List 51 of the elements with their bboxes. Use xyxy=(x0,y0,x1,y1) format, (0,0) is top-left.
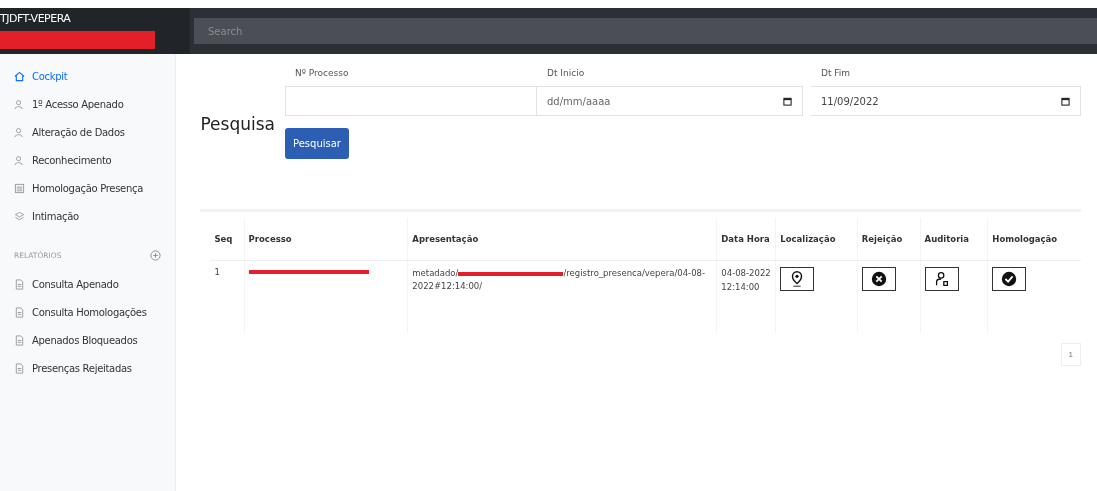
table-cell: 1 xyxy=(210,260,245,333)
location-button[interactable] xyxy=(780,267,815,291)
column-header: Processo xyxy=(244,218,408,261)
sidebar-item[interactable]: Alteração de Dados xyxy=(14,118,176,146)
sidebar-item[interactable]: Homologação Presença xyxy=(14,174,176,202)
search-button[interactable]: Pesquisar xyxy=(285,128,349,159)
brand-title: TJDFT-VEPERA xyxy=(0,12,72,25)
document-icon xyxy=(14,278,25,290)
approve-button[interactable] xyxy=(992,267,1027,291)
column-header: Localização xyxy=(775,218,858,261)
column-header: Apresentação xyxy=(407,218,717,261)
document-icon xyxy=(14,306,25,318)
search-field[interactable]: Search xyxy=(194,18,1097,44)
reject-button[interactable] xyxy=(861,267,896,291)
sidebar-item[interactable]: Intimação xyxy=(14,202,176,230)
calendar-icon[interactable] xyxy=(1061,96,1070,106)
field-label: Nº Processo xyxy=(294,68,350,78)
add-icon[interactable] xyxy=(150,249,162,261)
calendar-icon[interactable] xyxy=(783,96,792,106)
date-field[interactable]: 11/09/2022 xyxy=(811,86,1081,116)
sidebar-item[interactable]: Consulta Apenado xyxy=(14,270,176,298)
home-icon xyxy=(14,70,25,82)
table-cell: metadado/ /registro_presenca/vepera/04-08-2022#12:14:00/ xyxy=(412,268,706,291)
column-header: Rejeição xyxy=(857,218,921,261)
user-icon xyxy=(14,154,25,166)
column-header: Homologação xyxy=(987,218,1081,261)
layers-icon xyxy=(14,210,25,222)
page-heading: Pesquisa xyxy=(200,114,275,136)
sidebar-item[interactable]: Reconhecimento xyxy=(14,146,176,174)
column-header: Data Hora xyxy=(716,218,776,261)
check-circle-icon xyxy=(1000,270,1019,288)
audit-button[interactable] xyxy=(924,267,959,291)
column-header: Seq xyxy=(210,218,245,261)
field-label: Dt Fim xyxy=(820,68,852,78)
sidebar-item[interactable]: Consulta Homologações xyxy=(14,298,176,326)
date-field[interactable]: dd/mm/aaaa xyxy=(537,86,803,116)
sidebar-item[interactable]: 1º Acesso Apenado xyxy=(14,90,176,118)
sidebar-item[interactable]: Cockpit xyxy=(14,62,176,90)
column-header: Auditoria xyxy=(920,218,988,261)
page-button[interactable]: 1 xyxy=(1060,343,1081,366)
user-icon xyxy=(14,98,25,110)
sidebar-item[interactable]: Presenças Rejeitadas xyxy=(14,354,176,382)
close-circle-icon xyxy=(869,270,888,288)
user-icon xyxy=(14,126,25,138)
text-field[interactable] xyxy=(285,86,537,116)
table-cell: 04-08-2022 12:14:00 xyxy=(716,260,776,333)
document-icon xyxy=(14,334,25,346)
document-icon xyxy=(14,362,25,374)
list-icon xyxy=(14,182,25,194)
field-label: Dt Inicio xyxy=(546,68,586,78)
sidebar-item[interactable]: Apenados Bloqueados xyxy=(14,326,176,354)
